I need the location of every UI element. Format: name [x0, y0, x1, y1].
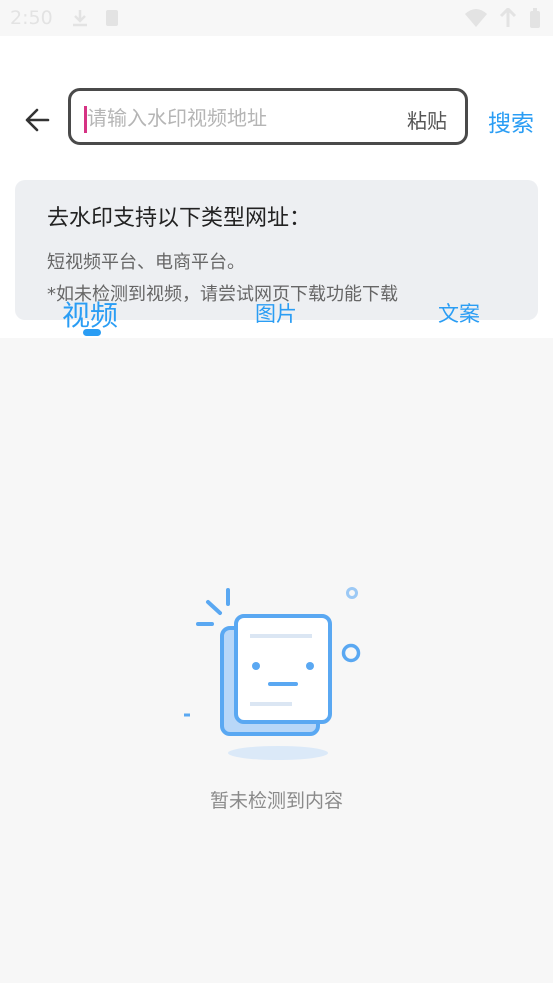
download-icon — [73, 10, 87, 27]
tab-video[interactable]: 视频 — [62, 294, 118, 334]
empty-document-illustration-icon — [184, 587, 361, 760]
active-tab-indicator — [83, 329, 101, 336]
sim-icon — [106, 10, 118, 26]
info-platforms: 短视频平台、电商平台。 — [47, 252, 245, 273]
back-arrow-icon[interactable] — [22, 104, 54, 136]
status-time: 2:50 — [10, 7, 53, 29]
battery-icon — [530, 8, 540, 28]
paste-button[interactable]: 粘贴 — [407, 105, 447, 134]
info-title: 去水印支持以下类型网址： — [47, 206, 312, 231]
wifi-icon — [465, 9, 487, 27]
tab-text[interactable]: 文案 — [438, 298, 480, 328]
url-input[interactable] — [85, 103, 389, 133]
search-button[interactable]: 搜索 — [488, 104, 534, 138]
empty-state-message: 暂未检测到内容 — [209, 790, 343, 812]
search-box[interactable]: 粘贴 — [68, 88, 468, 145]
top-panel: 粘贴 搜索 去水印支持以下类型网址： 短视频平台、电商平台。 *如未检测到视频，… — [0, 36, 553, 338]
tab-image[interactable]: 图片 — [255, 298, 297, 328]
signal-icon — [499, 8, 517, 27]
status-bar: 2:50 — [0, 0, 553, 36]
